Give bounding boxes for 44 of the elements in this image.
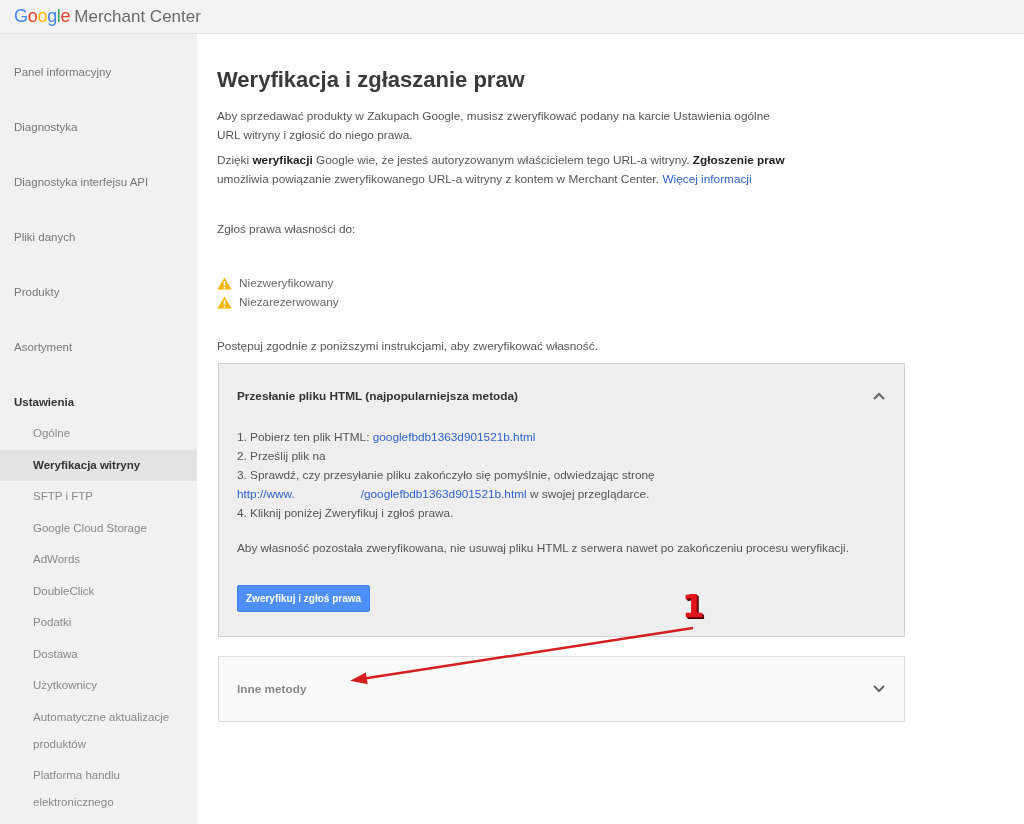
more-info-link[interactable]: Więcej informacji bbox=[662, 171, 752, 186]
sidebar-subitem[interactable]: Platforma handlu elektronicznego bbox=[0, 760, 197, 819]
sidebar-subitem[interactable]: Użytkownicy bbox=[0, 670, 197, 702]
logo-wordmark[interactable]: Google bbox=[14, 6, 71, 27]
chevron-down-icon bbox=[873, 684, 885, 693]
claim-label: Zgłoś prawa własności do: bbox=[217, 220, 357, 238]
sidebar-subitem[interactable]: Dostawa bbox=[0, 638, 197, 670]
instructions-text: Postępuj zgodnie z poniższymi instrukcjami, aby zweryfikować własność. bbox=[217, 337, 599, 355]
annotation-number: 1 bbox=[682, 588, 705, 624]
accordion-header[interactable]: Przesłanie pliku HTML (najpopularniejsza metoda) bbox=[219, 364, 904, 428]
sidebar-item[interactable]: Diagnostyka interfejsu API bbox=[0, 155, 197, 210]
file-link[interactable]: googlefbdb1363d901521b.html bbox=[372, 430, 536, 444]
verify-button[interactable]: Zweryfikuj i zgłoś prawa bbox=[237, 584, 371, 612]
sidebar-subitem[interactable]: Automatyczne aktualizacje produktów bbox=[0, 701, 197, 760]
sidebar-item[interactable]: Produkty bbox=[0, 265, 197, 320]
step-text: 2. Prześlij plik na bbox=[237, 448, 327, 465]
sidebar-item[interactable]: Diagnostyka bbox=[0, 100, 197, 155]
info-paragraph: Dzięki weryfikacji Google wie, że jesteś autoryzowanym właścicielem tego URL-a witryny. Zgłoszenie praw umożliwia powiązanie zweryfikowanego URL-a witryny z kontem w Merchant Center. Więcej informacji bbox=[217, 151, 786, 188]
warning-icon bbox=[217, 295, 232, 309]
sidebar-subitem[interactable]: Weryfikacja witryny bbox=[0, 449, 197, 481]
sidebar-subitem[interactable]: DoubleClick bbox=[0, 575, 197, 607]
sidebar-item[interactable]: Panel informacyjny bbox=[0, 45, 197, 100]
sidebar-subitem[interactable]: Podatki bbox=[0, 607, 197, 639]
info-paragraph: Aby sprzedawać produkty w Zakupach Google, musisz zweryfikować podany na karcie Ustawienia ogólne URL witryny i zgłosić do niego prawa. bbox=[217, 107, 771, 144]
file-link[interactable]: /googlefbdb1363d901521b.html bbox=[360, 487, 527, 501]
sidebar-item[interactable]: Ustawienia bbox=[0, 375, 197, 418]
step-text: 4. Kliknij poniżej Zweryfikuj i zgłoś prawa. bbox=[237, 505, 455, 522]
note-text: Aby własność pozostała zweryfikowana, nie usuwaj pliku HTML z serwera nawet po zakończeniu procesu weryfikacji. bbox=[237, 540, 850, 557]
warning-icon bbox=[217, 276, 232, 290]
sidebar-item[interactable]: Asortyment bbox=[0, 320, 197, 375]
sidebar-subitem[interactable]: Ogólne bbox=[0, 418, 197, 450]
sidebar-item[interactable]: Pliki danych bbox=[0, 210, 197, 265]
sidebar-subitem[interactable]: Google Cloud Storage bbox=[0, 512, 197, 544]
accordion-header[interactable]: Inne metody bbox=[219, 656, 904, 721]
step-text: 3. Sprawdź, czy przesyłanie pliku zakończyło się pomyślnie, odwiedzając stronę http://www. /googlefbdb1363d901521b.html w swojej przeglądarce. bbox=[237, 467, 656, 503]
product-name: Merchant Center bbox=[74, 6, 201, 27]
file-link[interactable]: http://www. bbox=[237, 487, 295, 501]
status-text: Niezarezerwowany bbox=[239, 295, 339, 309]
page-title: Weryfikacja i zgłaszanie praw bbox=[217, 66, 526, 94]
sidebar-subitem[interactable]: AdWords bbox=[0, 544, 197, 576]
chevron-up-icon bbox=[873, 392, 885, 400]
step-text: 1. Pobierz ten plik HTML: googlefbdb1363d901521b.html bbox=[237, 429, 537, 446]
sidebar-subitem[interactable]: SFTP i FTP bbox=[0, 481, 197, 513]
status-text: Niezweryfikowany bbox=[239, 276, 334, 290]
